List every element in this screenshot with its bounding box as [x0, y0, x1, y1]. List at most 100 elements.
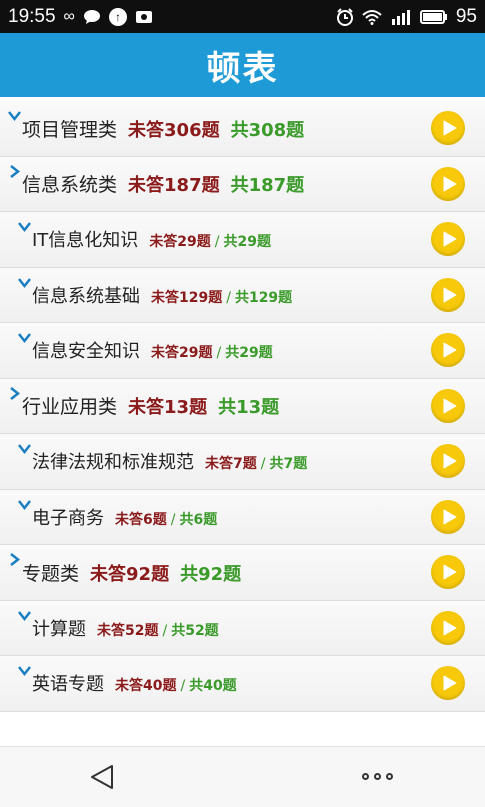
total-count: 共52题 — [171, 622, 219, 639]
battery-icon — [419, 9, 448, 25]
more-icon[interactable] — [362, 773, 393, 780]
item-title: 行业应用类 — [22, 396, 118, 419]
count-separator: / — [226, 289, 231, 306]
item-text: 信息系统基础 未答129题 / 共129题 — [32, 282, 292, 308]
item-title: 英语专题 — [32, 674, 104, 696]
unanswered-count: 未答29题 — [149, 234, 211, 251]
list-item[interactable]: 专题类 未答92题 共92题 — [0, 545, 485, 601]
list-item[interactable]: 项目管理类 未答306题 共308题 — [0, 101, 485, 157]
list-item[interactable]: 电子商务 未答6题 / 共6题 — [0, 489, 485, 545]
item-title: 信息安全知识 — [32, 341, 140, 363]
list-item[interactable]: 信息安全知识 未答29题 / 共29题 — [0, 323, 485, 379]
navigation-bar — [0, 746, 485, 807]
chevron-down-icon[interactable] — [18, 218, 31, 233]
more-dot — [362, 773, 369, 780]
item-text: 电子商务 未答6题 / 共6题 — [32, 504, 217, 530]
play-button-icon[interactable] — [431, 666, 465, 701]
item-title: 信息系统基础 — [32, 285, 140, 307]
list-item[interactable]: IT信息化知识 未答29题 / 共29题 — [0, 212, 485, 268]
wifi-icon — [362, 9, 382, 25]
signal-icon — [390, 9, 412, 25]
count-separator: / — [216, 345, 222, 362]
count-separator: / — [260, 456, 266, 473]
item-title: 法律法规和标准规范 — [32, 452, 194, 474]
play-button-icon[interactable] — [431, 222, 465, 257]
list-item[interactable]: 法律法规和标准规范 未答7题 / 共7题 — [0, 434, 485, 490]
total-count: 共7题 — [269, 456, 308, 473]
status-bar: 19:55 ∞ ↑ 95 — [0, 0, 485, 33]
play-button-icon[interactable] — [431, 444, 465, 479]
chevron-down-icon[interactable] — [18, 496, 31, 510]
unanswered-count: 未答52题 — [97, 622, 159, 639]
chevron-right-icon[interactable] — [8, 385, 21, 400]
item-text: 信息系统类 未答187题 共187题 — [22, 170, 304, 197]
item-title: 计算题 — [32, 618, 86, 640]
chevron-down-icon[interactable] — [18, 607, 31, 621]
status-bar-left: 19:55 ∞ ↑ — [8, 6, 153, 28]
page-title: 顿表 — [206, 48, 279, 89]
play-button-icon[interactable] — [431, 499, 465, 534]
unanswered-count: 未答6题 — [115, 511, 167, 528]
chevron-down-icon[interactable] — [18, 662, 31, 677]
chevron-down-icon[interactable] — [18, 329, 31, 344]
unanswered-count: 未答187题 — [128, 175, 220, 197]
item-title: 项目管理类 — [22, 118, 118, 141]
chevron-down-icon[interactable] — [18, 440, 31, 455]
list-item[interactable]: 行业应用类 未答13题 共13题 — [0, 378, 485, 434]
alarm-icon — [336, 7, 354, 26]
back-icon[interactable] — [88, 763, 116, 795]
count-separator: / — [162, 622, 168, 639]
play-button-icon[interactable] — [431, 277, 465, 312]
total-count: 共29题 — [225, 345, 273, 362]
battery-level: 95 — [455, 5, 477, 27]
unanswered-count: 未答7题 — [205, 456, 257, 473]
item-text: 行业应用类 未答13题 共13题 — [22, 392, 279, 419]
total-count: 共29题 — [223, 234, 271, 251]
unanswered-count: 未答129题 — [151, 289, 223, 306]
total-count: 共92题 — [180, 563, 242, 585]
item-text: IT信息化知识 未答29题 / 共29题 — [32, 226, 271, 252]
item-title: 专题类 — [22, 562, 80, 585]
total-count: 共40题 — [189, 678, 237, 695]
status-bar-right: 95 — [336, 6, 477, 28]
unanswered-count: 未答29题 — [151, 345, 213, 362]
chevron-right-icon[interactable] — [8, 551, 21, 566]
play-button-icon[interactable] — [431, 333, 465, 368]
item-text: 计算题 未答52题 / 共52题 — [32, 615, 219, 641]
play-button-icon[interactable] — [431, 111, 465, 146]
list-item[interactable]: 信息系统类 未答187题 共187题 — [0, 156, 485, 212]
item-title: IT信息化知识 — [32, 230, 139, 252]
item-text: 法律法规和标准规范 未答7题 / 共7题 — [32, 448, 307, 474]
total-count: 共187题 — [230, 175, 305, 197]
total-count: 共129题 — [234, 289, 293, 306]
play-button-icon[interactable] — [431, 166, 465, 201]
more-dot — [386, 773, 393, 780]
question-bank-list: 项目管理类 未答306题 共308题 信息系统类 未答187题 共187题 IT信息化知识未… — [0, 101, 485, 712]
total-count: 共13题 — [218, 397, 280, 419]
list-item[interactable]: 信息系统基础 未答129题 / 共129题 — [0, 267, 485, 323]
photo-icon — [135, 9, 153, 25]
total-count: 共6题 — [179, 511, 218, 528]
chevron-right-icon[interactable] — [8, 163, 21, 178]
unanswered-count: 未答13题 — [128, 397, 208, 419]
play-button-icon[interactable] — [431, 388, 465, 423]
item-title: 信息系统类 — [22, 174, 118, 197]
chevron-down-icon[interactable] — [8, 107, 21, 122]
item-text: 英语专题 未答40题 / 共40题 — [32, 670, 237, 696]
unanswered-count: 未答40题 — [115, 678, 177, 695]
play-button-icon[interactable] — [431, 610, 465, 645]
upload-icon: ↑ — [108, 7, 127, 26]
count-separator: / — [180, 678, 186, 695]
item-text: 项目管理类 未答306题 共308题 — [22, 115, 304, 142]
list-item[interactable]: 英语专题 未答40题 / 共40题 — [0, 656, 485, 712]
item-text: 专题类 未答92题 共92题 — [22, 559, 241, 586]
item-text: 信息安全知识 未答29题 / 共29题 — [32, 337, 273, 363]
infinity-icon: ∞ — [63, 7, 75, 25]
item-title: 电子商务 — [32, 507, 104, 529]
more-dot — [374, 773, 381, 780]
chevron-down-icon[interactable] — [18, 274, 31, 288]
play-button-icon[interactable] — [431, 555, 465, 590]
status-time: 19:55 — [8, 5, 56, 27]
count-separator: / — [214, 234, 220, 251]
list-item[interactable]: 计算题 未答52题 / 共52题 — [0, 600, 485, 656]
